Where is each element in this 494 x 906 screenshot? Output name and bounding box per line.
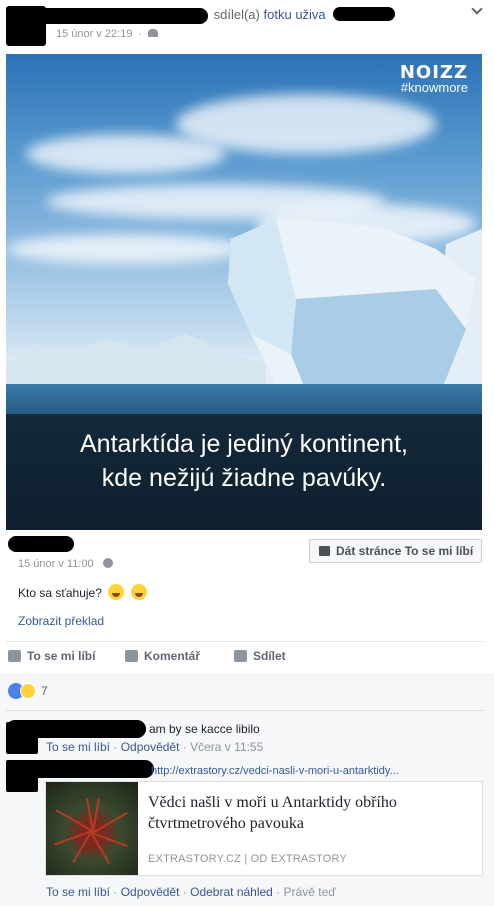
comment-url-link[interactable]: http://extrastory.cz/vedci-nasli-v-mori-…: [151, 765, 399, 777]
share-action-label: Sdílet: [253, 649, 286, 663]
original-post-timestamp[interactable]: 15 únor v 11:00: [18, 558, 94, 570]
original-post-body: Kto sa sťahuje?: [18, 586, 102, 600]
post-actions: To se mi líbí Komentář Sdílet: [0, 641, 494, 673]
share-action[interactable]: Sdílet: [234, 649, 286, 663]
like-page-button[interactable]: Dát stránce To se mi líbí: [309, 539, 482, 563]
comment-meta: To se mi líbí · Odpovědět · Včera v 11:5…: [46, 740, 264, 754]
original-post-text: Kto sa sťahuje?: [18, 584, 147, 600]
reaction-count[interactable]: 7: [41, 684, 48, 698]
post-timestamp[interactable]: 15 únor v 22:19: [56, 28, 132, 40]
preview-source: EXTRASTORY.CZ | OD EXTRASTORY: [148, 853, 347, 865]
comment-timestamp[interactable]: Včera v 11:55: [190, 740, 263, 754]
haha-icon[interactable]: [20, 683, 36, 699]
post-meta: 15 únor v 22:19 ·: [56, 28, 159, 40]
comment-meta: To se mi líbí · Odpovědět · Odebrat náhl…: [46, 885, 336, 899]
redacted-page-name: [8, 536, 74, 552]
share-arrow-icon: [234, 650, 247, 662]
link-preview-card[interactable]: Vědci našli v moři u Antarktidy obřího č…: [45, 781, 483, 876]
comment-icon: [125, 650, 138, 662]
brand-hashtag: #knowmore: [400, 80, 468, 95]
redacted-commenter-name: [6, 760, 154, 778]
laughing-emoji-icon: [130, 584, 147, 600]
caption-line-1: Antarktída je jediný kontinent,: [80, 430, 408, 458]
preview-title: Vědci našli v moři u Antarktidy obřího č…: [148, 794, 397, 832]
comment-action-label: Komentář: [144, 649, 201, 663]
like-action[interactable]: To se mi líbí: [8, 649, 95, 663]
divider: [6, 710, 484, 711]
comment-like-link[interactable]: To se mi líbí: [46, 740, 110, 754]
comment-like-link[interactable]: To se mi líbí: [46, 885, 110, 899]
user-link[interactable]: uživa: [295, 7, 325, 22]
comment-action[interactable]: Komentář: [125, 649, 200, 663]
shared-text: sdílel(a): [213, 7, 260, 22]
redacted-user-name: [333, 7, 395, 21]
comment-timestamp[interactable]: Právě teď: [284, 885, 336, 899]
comment-reply-link[interactable]: Odpovědět: [121, 740, 180, 754]
redacted-commenter-name: [6, 720, 146, 738]
original-post-meta: 15 únor v 11:00: [18, 558, 113, 570]
like-action-label: To se mi líbí: [27, 649, 96, 663]
comment-reply-link[interactable]: Odpovědět: [121, 885, 180, 899]
post-options-chevron-icon[interactable]: [470, 4, 484, 18]
comment-text: am by se kacce libilo: [149, 722, 260, 736]
shared-photo[interactable]: Antarktída je jediný kontinent, kde neži…: [6, 54, 482, 530]
thumbs-up-icon: [8, 650, 21, 662]
see-translation-link[interactable]: Zobrazit překlad: [18, 614, 104, 628]
like-page-label: Dát stránce To se mi líbí: [336, 544, 474, 558]
caption-line-2: kde nežijú žiadne pavúky.: [101, 464, 387, 492]
spider-thumbnail: [46, 782, 138, 875]
thumbs-up-icon: [319, 546, 330, 556]
tongue-emoji-icon: [108, 584, 125, 600]
friends-icon: [148, 29, 159, 37]
post-header-line: sdílel(a) fotku uživa: [60, 7, 326, 22]
photo-link[interactable]: fotku: [264, 7, 292, 22]
globe-icon: [102, 558, 113, 568]
remove-preview-link[interactable]: Odebrat náhled: [190, 885, 273, 899]
